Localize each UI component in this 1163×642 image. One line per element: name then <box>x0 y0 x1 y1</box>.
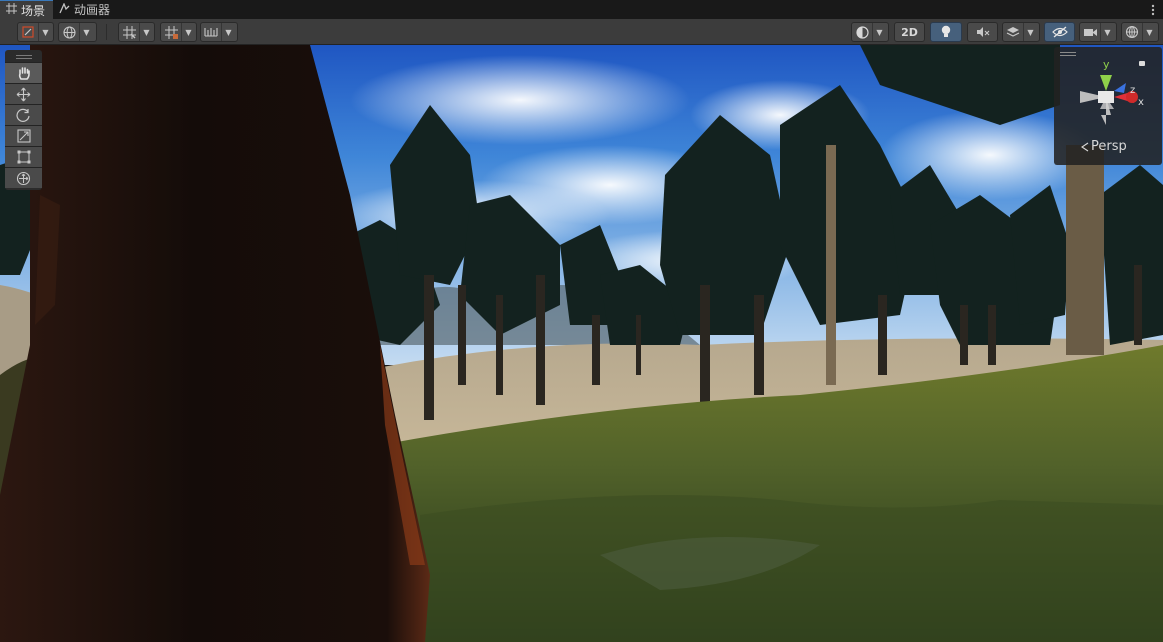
projection-label: Persp <box>1091 139 1127 154</box>
more-vertical-icon[interactable] <box>1143 0 1163 19</box>
rotate-tool[interactable] <box>5 104 42 125</box>
sphere-icon <box>852 23 872 41</box>
shading-mode-button[interactable]: ▼ <box>851 22 889 42</box>
window-tab-bar: 场景 动画器 <box>0 0 1163 19</box>
transform-icon <box>16 171 31 186</box>
tab-animator[interactable]: 动画器 <box>53 0 118 19</box>
chevron-down-icon[interactable]: ▼ <box>872 23 886 41</box>
tool-palette <box>5 50 42 190</box>
ruler-icon <box>201 23 221 41</box>
camera-button[interactable]: ▼ <box>1079 22 1117 42</box>
chevron-left-icon <box>1081 142 1089 152</box>
grid-icon <box>6 3 17 17</box>
tab-animator-label: 动画器 <box>74 3 111 17</box>
move-arrows-icon <box>16 87 31 102</box>
orientation-gizmo[interactable]: y x z Persp <box>1054 47 1162 165</box>
tab-scene[interactable]: 场景 <box>0 0 54 19</box>
grid-visibility-button[interactable]: ▼ <box>160 22 197 42</box>
hand-icon <box>17 66 31 81</box>
rotate-icon <box>16 108 31 123</box>
chevron-down-icon[interactable]: ▼ <box>1100 23 1114 41</box>
x-axis-label: x <box>1138 97 1144 108</box>
global-pivot-button[interactable]: ▼ <box>58 22 97 42</box>
animator-icon <box>59 1 70 17</box>
2d-toggle[interactable]: 2D <box>894 22 925 42</box>
chevron-down-icon[interactable]: ▼ <box>181 23 195 41</box>
increment-snap-button[interactable]: ▼ <box>200 22 238 42</box>
effects-button[interactable]: ▼ <box>1002 22 1040 42</box>
tab-scene-label: 场景 <box>21 3 46 18</box>
rect-tool[interactable] <box>5 146 42 167</box>
scene-viewport[interactable]: y x z Persp <box>0 45 1163 642</box>
drag-handle-icon[interactable] <box>5 52 42 62</box>
hidden-objects-toggle[interactable] <box>1044 22 1075 42</box>
audio-toggle[interactable] <box>967 22 998 42</box>
z-axis-label: z <box>1130 85 1136 96</box>
chevron-down-icon[interactable]: ▼ <box>139 23 153 41</box>
shaded-draw-icon <box>18 23 38 41</box>
rect-icon <box>17 150 31 164</box>
grid-snap-icon <box>119 23 139 41</box>
chevron-down-icon[interactable]: ▼ <box>221 23 235 41</box>
speaker-mute-icon <box>973 23 993 41</box>
chevron-down-icon[interactable]: ▼ <box>79 23 93 41</box>
chevron-down-icon[interactable]: ▼ <box>1023 23 1037 41</box>
gizmo-sphere-icon <box>1122 23 1142 41</box>
scale-tool[interactable] <box>5 125 42 146</box>
grid-snapping-button[interactable]: ▼ <box>118 22 155 42</box>
eye-slash-icon <box>1050 23 1070 41</box>
transform-tool[interactable] <box>5 167 42 188</box>
chevron-down-icon[interactable]: ▼ <box>1142 23 1156 41</box>
gizmos-button[interactable]: ▼ <box>1121 22 1159 42</box>
lightbulb-icon <box>936 23 956 41</box>
globe-icon <box>59 23 79 41</box>
scale-icon <box>16 129 31 143</box>
draw-mode-button[interactable]: ▼ <box>17 22 54 42</box>
y-axis-label: y <box>1103 58 1110 71</box>
lighting-toggle[interactable] <box>930 22 962 42</box>
projection-toggle[interactable]: Persp <box>1081 139 1127 154</box>
hand-tool[interactable] <box>5 62 42 83</box>
scene-toolbar: ▼ ▼ ▼ ▼ ▼ ▼ 2D ▼ ▼ ▼ <box>0 19 1163 45</box>
grid-icon <box>161 23 181 41</box>
scene-render[interactable] <box>0 45 1163 642</box>
toolbar-divider <box>106 24 107 40</box>
move-tool[interactable] <box>5 83 42 104</box>
camera-icon <box>1080 23 1100 41</box>
layers-icon <box>1003 23 1023 41</box>
chevron-down-icon[interactable]: ▼ <box>38 23 52 41</box>
